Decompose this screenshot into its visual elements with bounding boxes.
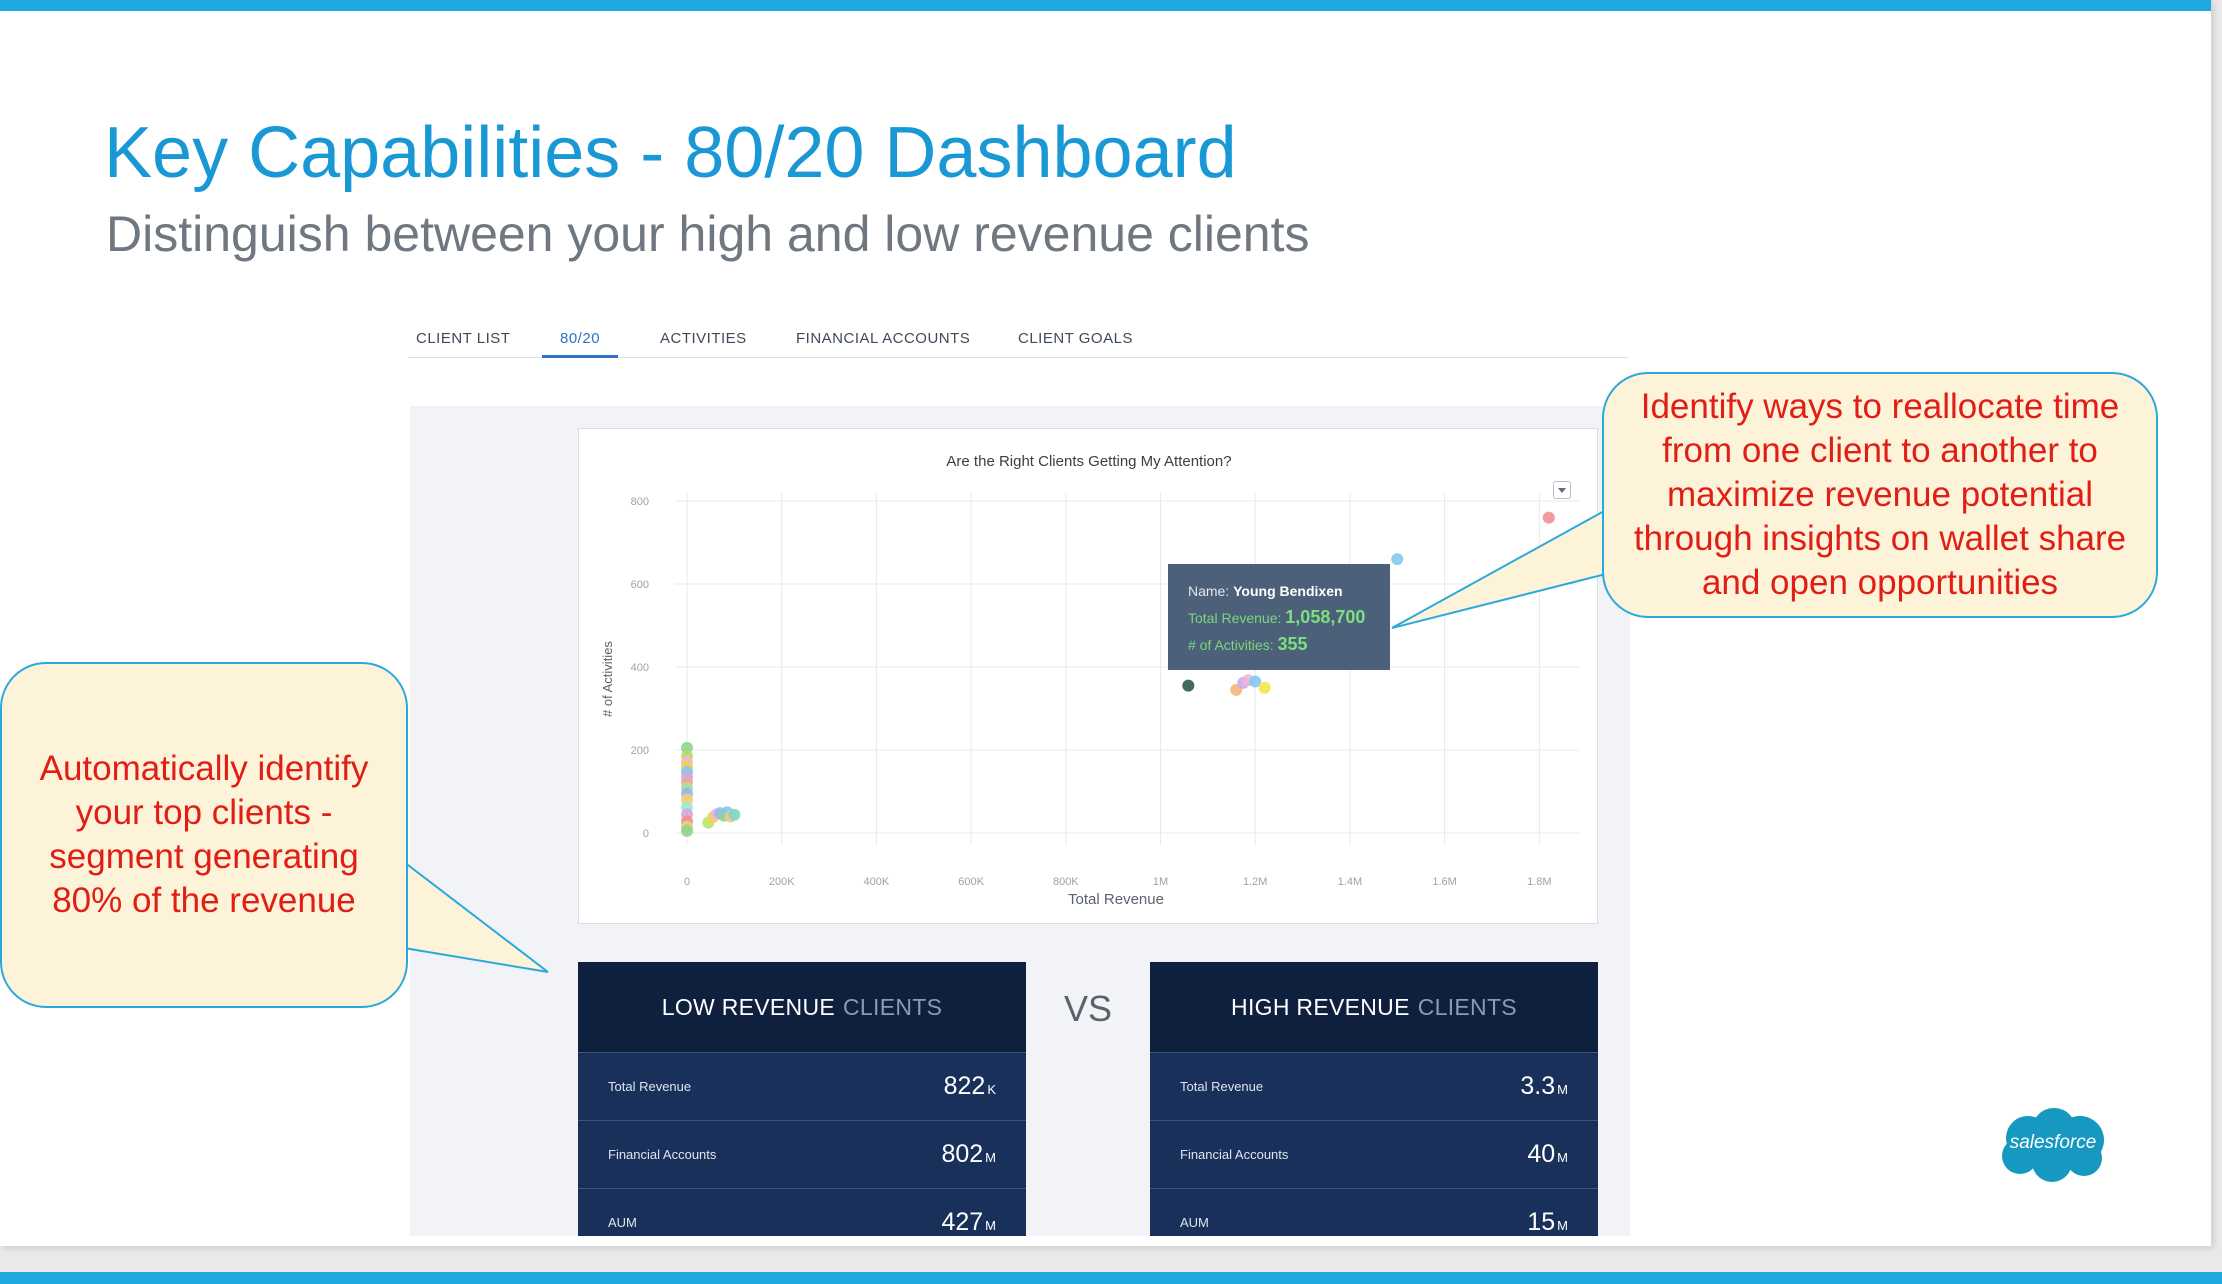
x-axis-label: Total Revenue <box>1068 891 1164 908</box>
slide-subtitle: Distinguish between your high and low re… <box>106 206 1310 262</box>
low-revenue-header: LOW REVENUE CLIENTS <box>578 962 1026 1052</box>
x-tick-label: 200K <box>769 876 795 888</box>
x-tick-label: 1.2M <box>1243 876 1267 888</box>
metric-value: 802 M <box>941 1140 996 1168</box>
scatter-point <box>1258 681 1271 694</box>
x-tick-label: 1M <box>1153 876 1168 888</box>
x-tick-label: 600K <box>958 876 984 888</box>
tab-financial-accounts[interactable]: FINANCIAL ACCOUNTS <box>796 330 970 358</box>
high-revenue-header: HIGH REVENUE CLIENTS <box>1150 962 1598 1052</box>
x-tick-label: 1.6M <box>1432 876 1456 888</box>
high-revenue-title-suffix: CLIENTS <box>1417 993 1517 1020</box>
low-revenue-clients-card: LOW REVENUE CLIENTS Total Revenue 822 K F… <box>578 962 1026 1236</box>
y-tick-label: 400 <box>631 662 649 674</box>
callout-right-text: Identify ways to reallocate time from on… <box>1633 387 2127 602</box>
metric-value: 427 M <box>941 1208 996 1236</box>
tab-client-list[interactable]: CLIENT LIST <box>416 330 510 358</box>
tooltip-activities-key: # of Activities: <box>1188 637 1274 653</box>
metric-label: Total Revenue <box>608 1079 692 1094</box>
callout-left: Automatically identify your top clients … <box>0 662 408 1008</box>
callout-right: Identify ways to reallocate time from on… <box>1602 372 2158 618</box>
metric-label: AUM <box>608 1215 637 1230</box>
metric-label: Financial Accounts <box>1180 1147 1289 1162</box>
scatter-point <box>1182 679 1195 692</box>
metric-row: AUM 427 M <box>578 1188 1026 1236</box>
metric-row: Financial Accounts 802 M <box>578 1120 1026 1188</box>
low-revenue-title: LOW REVENUE <box>661 993 836 1020</box>
scatter-point <box>1391 553 1404 566</box>
metric-label: Total Revenue <box>1180 1079 1264 1094</box>
tooltip-name-key: Name: <box>1188 583 1230 599</box>
slide-title: Key Capabilities - 80/20 Dashboard <box>104 113 1237 193</box>
slide: Key Capabilities - 80/20 Dashboard Disti… <box>0 0 2212 1246</box>
high-revenue-title: HIGH REVENUE <box>1231 993 1410 1020</box>
y-tick-label: 0 <box>643 828 649 840</box>
top-accent-bar <box>0 0 2211 11</box>
metric-value: 15 M <box>1527 1208 1568 1236</box>
y-axis-label: # of Activities <box>600 641 615 717</box>
callout-left-text: Automatically identify your top clients … <box>39 749 369 920</box>
metric-label: AUM <box>1180 1215 1209 1230</box>
salesforce-logo-text: salesforce <box>2009 1132 2097 1153</box>
tooltip-revenue-line: Total Revenue: 1,058,700 <box>1188 604 1370 631</box>
low-revenue-title-suffix: CLIENTS <box>843 993 943 1020</box>
high-revenue-clients-card: HIGH REVENUE CLIENTS Total Revenue 3.3 M … <box>1150 962 1598 1236</box>
metric-row: AUM 15 M <box>1150 1188 1598 1236</box>
tooltip-activities-value: 355 <box>1277 634 1308 654</box>
metric-label: Financial Accounts <box>608 1147 717 1162</box>
scatter-point <box>728 808 741 821</box>
scatter-point <box>1542 511 1555 524</box>
x-tick-label: 400K <box>864 876 890 888</box>
tooltip-revenue-key: Total Revenue: <box>1188 610 1282 626</box>
x-tick-label: 800K <box>1053 876 1079 888</box>
scatter-chart-card: Are the Right Clients Getting My Attenti… <box>578 428 1598 924</box>
metric-value: 822 K <box>943 1072 996 1100</box>
tab-activities[interactable]: ACTIVITIES <box>660 330 747 358</box>
chart-tooltip: Name: Young Bendixen Total Revenue: 1,05… <box>1168 564 1390 670</box>
scatter-point <box>681 824 693 837</box>
metric-value: 3.3 M <box>1520 1072 1568 1100</box>
x-tick-label: 0 <box>684 876 690 888</box>
y-tick-label: 200 <box>631 745 649 757</box>
tooltip-name-line: Name: Young Bendixen <box>1188 578 1370 604</box>
metric-value: 40 M <box>1527 1140 1568 1168</box>
tab-80-20[interactable]: 80/20 <box>542 330 619 358</box>
metric-row: Total Revenue 822 K <box>578 1052 1026 1120</box>
y-tick-label: 800 <box>631 496 649 508</box>
scatter-chart: 0 200 400 600 800 0 200K 400K 600K 800K 1M 1.2M 1.4M… <box>600 493 1579 908</box>
x-tick-label: 1.4M <box>1338 876 1362 888</box>
y-tick-label: 600 <box>631 579 649 591</box>
vs-label: VS <box>1064 988 1113 1029</box>
tooltip-activities-line: # of Activities: 355 <box>1188 631 1370 658</box>
metric-row: Financial Accounts 40 M <box>1150 1120 1598 1188</box>
tooltip-name-value: Young Bendixen <box>1233 583 1343 599</box>
bottom-accent-bar <box>0 1272 2222 1284</box>
tooltip-revenue-value: 1,058,700 <box>1285 607 1366 627</box>
tab-client-goals[interactable]: CLIENT GOALS <box>1018 330 1133 358</box>
dashboard-tabs: CLIENT LIST 80/20 ACTIVITIES FINANCIAL A… <box>408 320 1628 358</box>
metric-row: Total Revenue 3.3 M <box>1150 1052 1598 1120</box>
x-tick-label: 1.8M <box>1527 876 1551 888</box>
